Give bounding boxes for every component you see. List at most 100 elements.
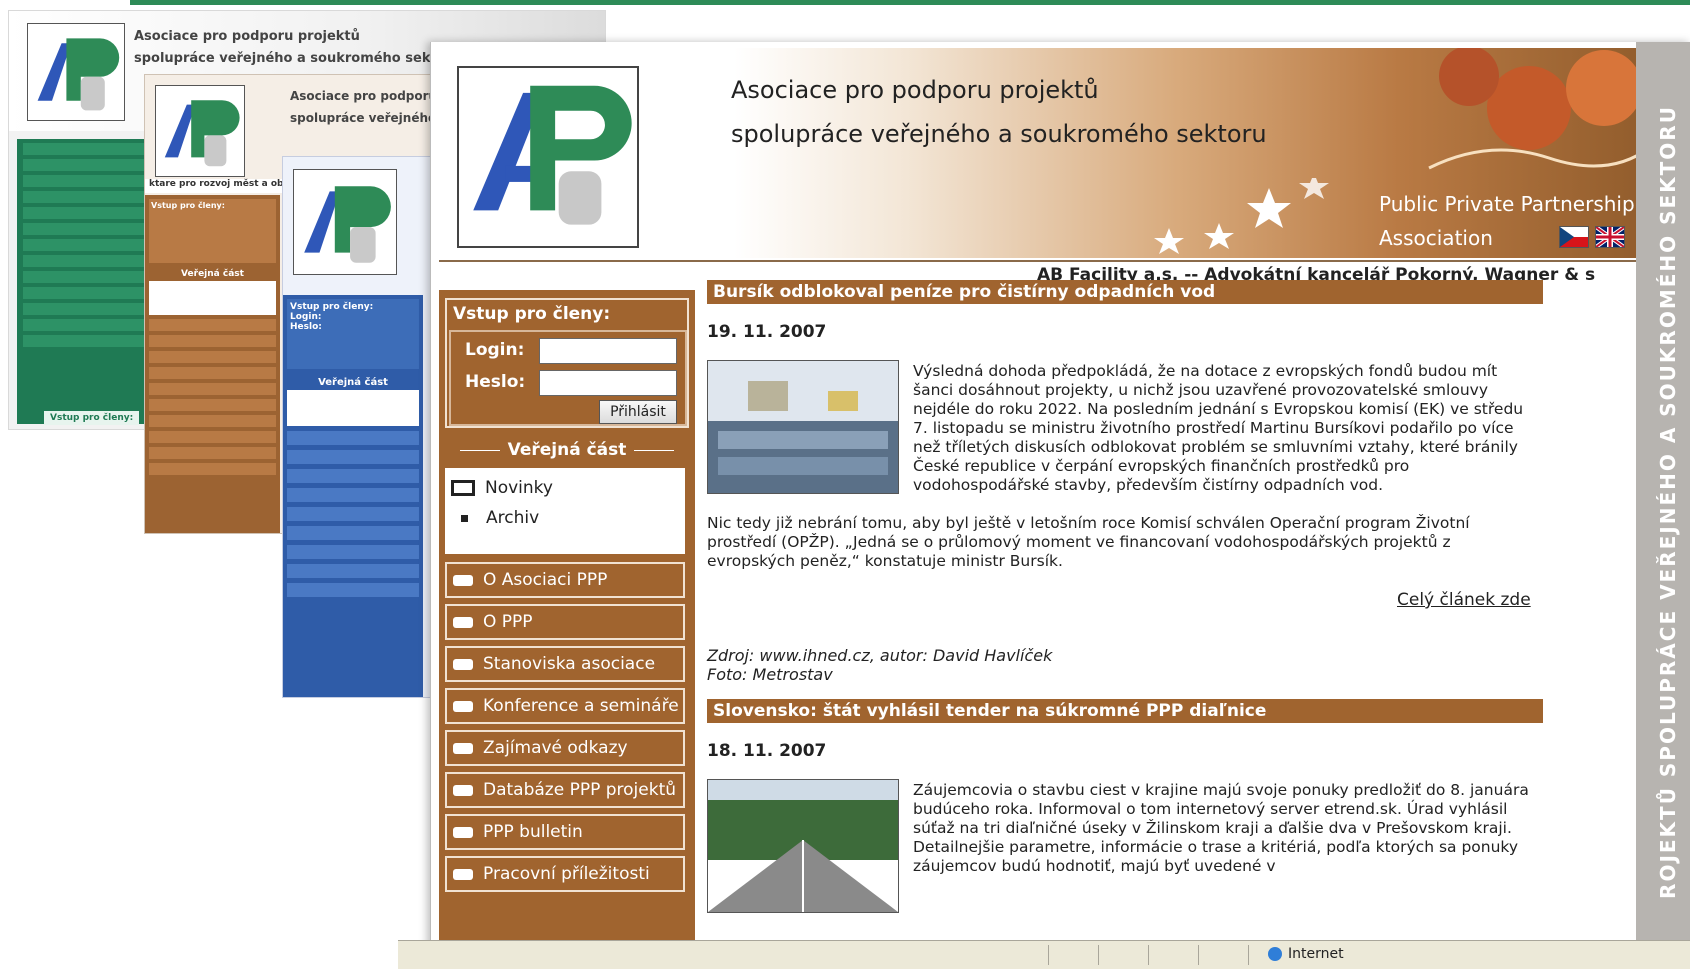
bg-menu-item xyxy=(23,287,146,299)
menu-item-databaze[interactable]: Databáze PPP projektů xyxy=(445,772,685,808)
bg-sidebar: Vstup pro členy: Login: Heslo: Veřejná č… xyxy=(283,295,423,697)
bg-menu-item xyxy=(149,447,276,459)
ppp-logo[interactable] xyxy=(457,66,639,248)
menu-bullet-icon xyxy=(453,785,473,796)
vertical-banner: ROJEKTŮ SPOLUPRÁCE VEŘEJNÉHO A SOUKROMÉH… xyxy=(1636,42,1690,968)
article-image-water-treatment xyxy=(707,360,899,494)
menu-item-odkazy[interactable]: Zajímavé odkazy xyxy=(445,730,685,766)
archive-link[interactable]: Archiv xyxy=(445,508,539,528)
bg-menu-item xyxy=(23,191,146,203)
bg-sidebar: Vstup pro členy: Veřejná část xyxy=(145,195,280,533)
login-form: Login: Heslo: Přihlásit xyxy=(449,330,687,426)
login-button[interactable]: Přihlásit xyxy=(599,400,677,424)
bg-menu-item xyxy=(23,175,146,187)
menu-item-label: Databáze PPP projektů xyxy=(483,780,677,800)
menu-bullet-icon xyxy=(453,743,473,754)
article-image-highway xyxy=(707,779,899,913)
article-body: Výsledná dohoda předpokládá, že na dotac… xyxy=(913,362,1524,494)
stars-decoration xyxy=(1154,178,1329,254)
menu-item-label: O Asociaci PPP xyxy=(483,570,608,590)
bg-menu-item xyxy=(149,415,276,427)
login-title: Vstup pro členy: xyxy=(453,304,611,324)
password-label: Heslo: xyxy=(465,372,526,392)
menu-item-stanoviska[interactable]: Stanoviska asociace xyxy=(445,646,685,682)
bg-white-box xyxy=(149,281,276,315)
news-content: Bursík odblokoval peníze pro čistírny od… xyxy=(707,280,1607,968)
article-body-continued: Nic tedy již nebrání tomu, aby byl ještě… xyxy=(707,514,1470,570)
bg-menu-item xyxy=(23,239,146,251)
menu-item-label: PPP bulletin xyxy=(483,822,583,842)
bg-menu-item xyxy=(287,469,419,483)
menu-item-bulletin[interactable]: PPP bulletin xyxy=(445,814,685,850)
site-title-line1: Asociace pro podporu projektů xyxy=(731,76,1099,104)
bg-logo xyxy=(27,23,125,121)
site-title-line2: spolupráce veřejného a soukromého sektor… xyxy=(731,120,1267,148)
archive-link-label: Archiv xyxy=(486,508,540,528)
bg-menu-item xyxy=(287,507,419,521)
bg-title-2: spolupráce veřejného xyxy=(290,111,437,125)
status-divider xyxy=(1148,945,1149,965)
bg-login-box: Vstup pro členy: xyxy=(149,199,276,263)
bg-menu-item xyxy=(23,143,146,155)
bg-title-1: Asociace pro podporu projektů xyxy=(134,29,360,44)
sidebar: Vstup pro členy: Login: Heslo: Přihlásit… xyxy=(439,290,695,950)
menu-item-konference[interactable]: Konference a semináře xyxy=(445,688,685,724)
bg-title-1: Asociace pro podporu xyxy=(290,89,438,103)
menu-item-label: Zajímavé odkazy xyxy=(483,738,628,758)
main-window: Asociace pro podporu projektů spolupráce… xyxy=(430,42,1690,968)
security-zone-label: Internet xyxy=(1288,946,1344,962)
bg-menu-item xyxy=(23,319,146,331)
bg-menu-item xyxy=(287,431,419,445)
bg-menu-item xyxy=(149,367,276,379)
menu-bullet-icon xyxy=(453,659,473,670)
bg-menu-item xyxy=(23,335,146,347)
public-section-box: Novinky Archiv xyxy=(445,468,685,554)
internet-globe-icon xyxy=(1268,947,1282,961)
article-title[interactable]: Slovensko: štát vyhlásil tender na súkro… xyxy=(707,699,1543,723)
article-photo-credit: Foto: Metrostav xyxy=(707,665,833,684)
article-body: Záujemcovia o stavbu ciest v krajine maj… xyxy=(913,781,1529,875)
menu-item-prilezitosti[interactable]: Pracovní příležitosti xyxy=(445,856,685,892)
login-input[interactable] xyxy=(539,338,677,364)
article-title[interactable]: Bursík odblokoval peníze pro čistírny od… xyxy=(707,280,1543,304)
login-box: Vstup pro členy: Login: Heslo: Přihlásit xyxy=(445,298,689,428)
bg-menu-item xyxy=(287,583,419,597)
bg-menu-item xyxy=(149,463,276,475)
news-link[interactable]: Novinky xyxy=(445,478,553,498)
bg-title-2: spolupráce veřejného a soukromého sektor… xyxy=(134,51,462,66)
bg-menu-item xyxy=(23,159,146,171)
login-label: Login: xyxy=(465,340,525,360)
bg-login-label: Vstup pro členy: xyxy=(44,411,140,425)
bg-logo xyxy=(293,169,397,275)
ppp-association-line1: Public Private Partnership xyxy=(1379,192,1635,216)
bg-menu-item xyxy=(23,223,146,235)
bg-sidebar xyxy=(17,139,152,424)
menu-item-o-asociaci[interactable]: O Asociaci PPP xyxy=(445,562,685,598)
public-section-title: Veřejná část xyxy=(439,440,695,460)
news-link-label: Novinky xyxy=(485,478,553,498)
menu-item-label: Konference a semináře xyxy=(483,696,679,716)
top-accent-line xyxy=(130,0,1690,5)
menu-item-o-ppp[interactable]: O PPP xyxy=(445,604,685,640)
bg-menu-item xyxy=(23,207,146,219)
uk-flag-icon[interactable] xyxy=(1594,225,1626,249)
menu-bullet-icon xyxy=(453,575,473,586)
status-divider xyxy=(1248,945,1249,965)
bg-login-box: Vstup pro členy: Login: Heslo: xyxy=(287,299,419,369)
bg-login-title: Vstup pro členy: xyxy=(290,302,374,312)
bg-menu-item xyxy=(23,255,146,267)
status-divider xyxy=(1098,945,1099,965)
read-more-link[interactable]: Celý článek zde xyxy=(1397,590,1531,610)
box-icon xyxy=(451,480,475,496)
bg-password-label: Heslo: xyxy=(290,322,322,332)
bg-menu-item xyxy=(287,450,419,464)
czech-flag-icon[interactable] xyxy=(1559,226,1589,248)
menu-bullet-icon xyxy=(453,617,473,628)
bg-menu-item xyxy=(287,488,419,502)
bg-logo xyxy=(155,85,245,177)
password-input[interactable] xyxy=(539,370,677,396)
article-source: Zdroj: www.ihned.cz, autor: David Havlíč… xyxy=(707,646,1053,665)
site-header: Asociace pro podporu projektů spolupráce… xyxy=(439,48,1669,258)
menu-bullet-icon xyxy=(453,701,473,712)
bg-menu-item xyxy=(149,399,276,411)
